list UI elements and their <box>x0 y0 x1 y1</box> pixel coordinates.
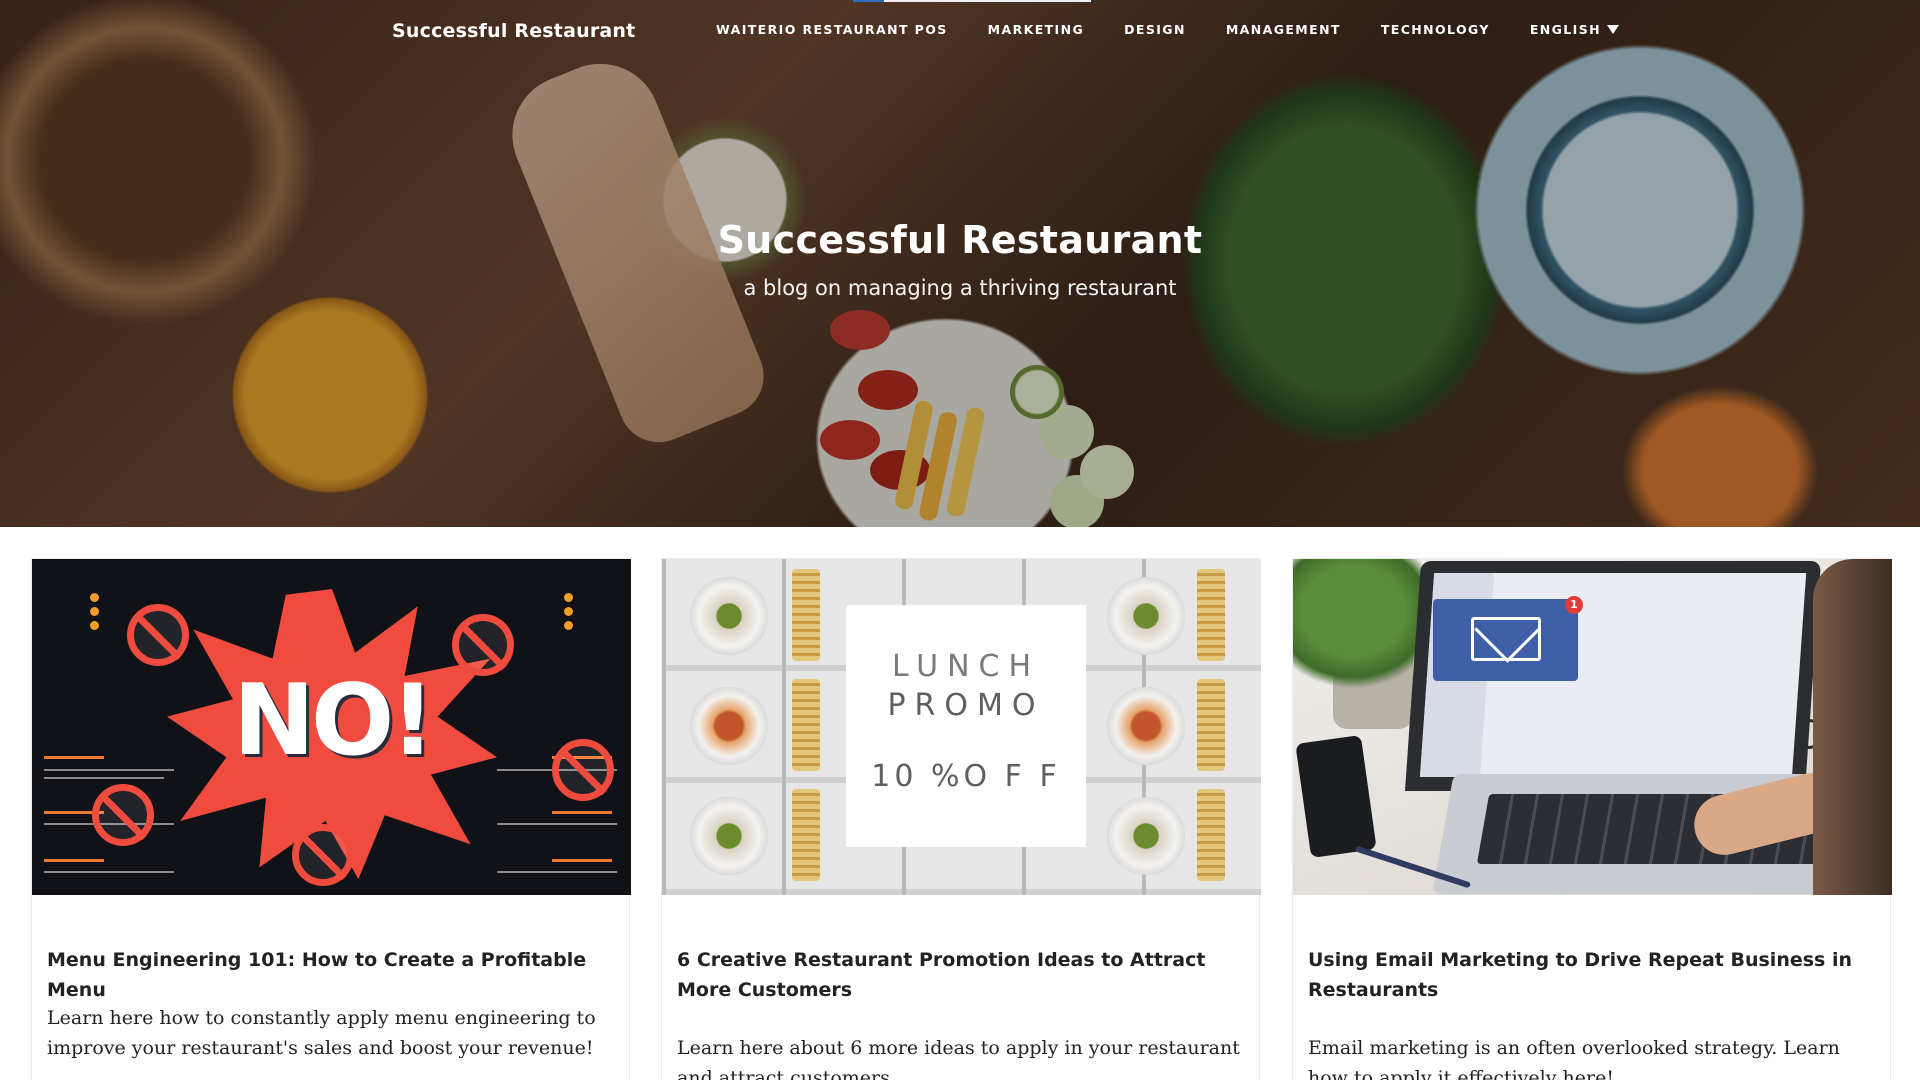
post-title[interactable]: Menu Engineering 101: How to Create a Pr… <box>47 945 607 1005</box>
menu-dot <box>90 607 99 616</box>
menu-heading-line <box>44 756 104 759</box>
hero-title: Successful Restaurant <box>717 218 1203 262</box>
post-excerpt: Email marketing is an often overlooked s… <box>1308 1037 1840 1080</box>
email-window <box>1433 599 1578 681</box>
menu-text-line <box>497 871 617 873</box>
menu-heading-line <box>552 859 612 862</box>
food-plate <box>1107 687 1185 765</box>
top-navbar: Successful Restaurant WAITERIO RESTAURAN… <box>0 0 1920 64</box>
notification-badge: 1 <box>1565 596 1583 614</box>
scroll-progress-track <box>853 0 1091 2</box>
promo-line-lunch: LUNCH <box>891 649 1041 684</box>
promo-line-discount: 10 %O F F <box>871 759 1061 794</box>
menu-dot <box>90 621 99 630</box>
food-jar <box>792 679 820 771</box>
hero-cucumbers <box>1010 365 1064 419</box>
food-plate <box>690 687 768 765</box>
language-selector[interactable]: ENGLISH <box>1530 22 1619 37</box>
nav-item-technology[interactable]: TECHNOLOGY <box>1381 22 1490 37</box>
post-title[interactable]: 6 Creative Restaurant Promotion Ideas to… <box>677 945 1237 1005</box>
language-label: ENGLISH <box>1529 22 1601 37</box>
menu-text-line <box>497 823 617 825</box>
post-thumbnail-promo[interactable]: LUNCH PROMO 10 %O F F <box>662 559 1261 895</box>
menu-dot <box>564 593 573 602</box>
no-sign-text: NO! <box>232 664 435 778</box>
hero-text: Successful Restaurant a blog on managing… <box>0 218 1920 300</box>
menu-text-line <box>44 769 174 771</box>
post-card-email-marketing[interactable]: 1 Using Email Marketing to Drive Repeat … <box>1292 558 1892 1080</box>
post-title[interactable]: Using Email Marketing to Drive Repeat Bu… <box>1308 945 1868 1005</box>
menu-dot <box>90 593 99 602</box>
nav-item-management[interactable]: MANAGEMENT <box>1226 22 1341 37</box>
nav-menu: WAITERIO RESTAURANT POS MARKETING DESIGN… <box>716 22 1619 37</box>
nav-item-marketing[interactable]: MARKETING <box>988 22 1084 37</box>
menu-heading-line <box>44 859 104 862</box>
hero-tomatoes <box>830 310 890 350</box>
menu-heading-line <box>552 811 612 814</box>
food-plate <box>1107 577 1185 655</box>
menu-text-line <box>44 777 164 779</box>
ban-icon <box>92 784 154 846</box>
food-jar <box>792 789 820 881</box>
post-card-promotion-ideas[interactable]: LUNCH PROMO 10 %O F F 6 Creative Restaur… <box>661 558 1261 1080</box>
nav-item-design[interactable]: DESIGN <box>1124 22 1186 37</box>
menu-dot <box>564 621 573 630</box>
menu-dot <box>564 607 573 616</box>
smartphone <box>1295 734 1377 859</box>
ban-icon <box>452 614 514 676</box>
person <box>1813 559 1892 895</box>
site-brand-link[interactable]: Successful Restaurant <box>392 20 635 42</box>
ban-icon <box>292 824 354 886</box>
food-plate <box>1107 797 1185 875</box>
post-excerpt: Learn here how to constantly apply menu … <box>47 1007 596 1059</box>
post-excerpt: Learn here about 6 more ideas to apply i… <box>677 1037 1240 1080</box>
hero-subtitle: a blog on managing a thriving restaurant <box>743 276 1177 300</box>
ban-icon <box>552 739 614 801</box>
food-jar <box>1197 789 1225 881</box>
ban-icon <box>127 604 189 666</box>
post-card-menu-engineering[interactable]: NO! Menu Engineering 101: How to Create … <box>31 558 631 1080</box>
promo-line-promo: PROMO <box>887 688 1045 723</box>
food-plate <box>690 797 768 875</box>
food-jar <box>1197 569 1225 661</box>
food-jar <box>1197 679 1225 771</box>
food-plate <box>690 577 768 655</box>
hero-peppers <box>893 399 935 511</box>
post-thumbnail-email[interactable]: 1 <box>1293 559 1892 895</box>
caret-down-icon <box>1606 25 1619 34</box>
post-thumbnail-menu[interactable]: NO! <box>32 559 631 895</box>
menu-text-line <box>44 871 174 873</box>
nav-item-waiterio-restaurant-pos[interactable]: WAITERIO RESTAURANT POS <box>716 22 948 37</box>
scroll-progress-fill <box>853 0 884 2</box>
post-cards: NO! Menu Engineering 101: How to Create … <box>31 558 1892 1080</box>
promo-sign: LUNCH PROMO 10 %O F F <box>846 605 1086 847</box>
envelope-icon <box>1471 617 1541 661</box>
food-jar <box>792 569 820 661</box>
